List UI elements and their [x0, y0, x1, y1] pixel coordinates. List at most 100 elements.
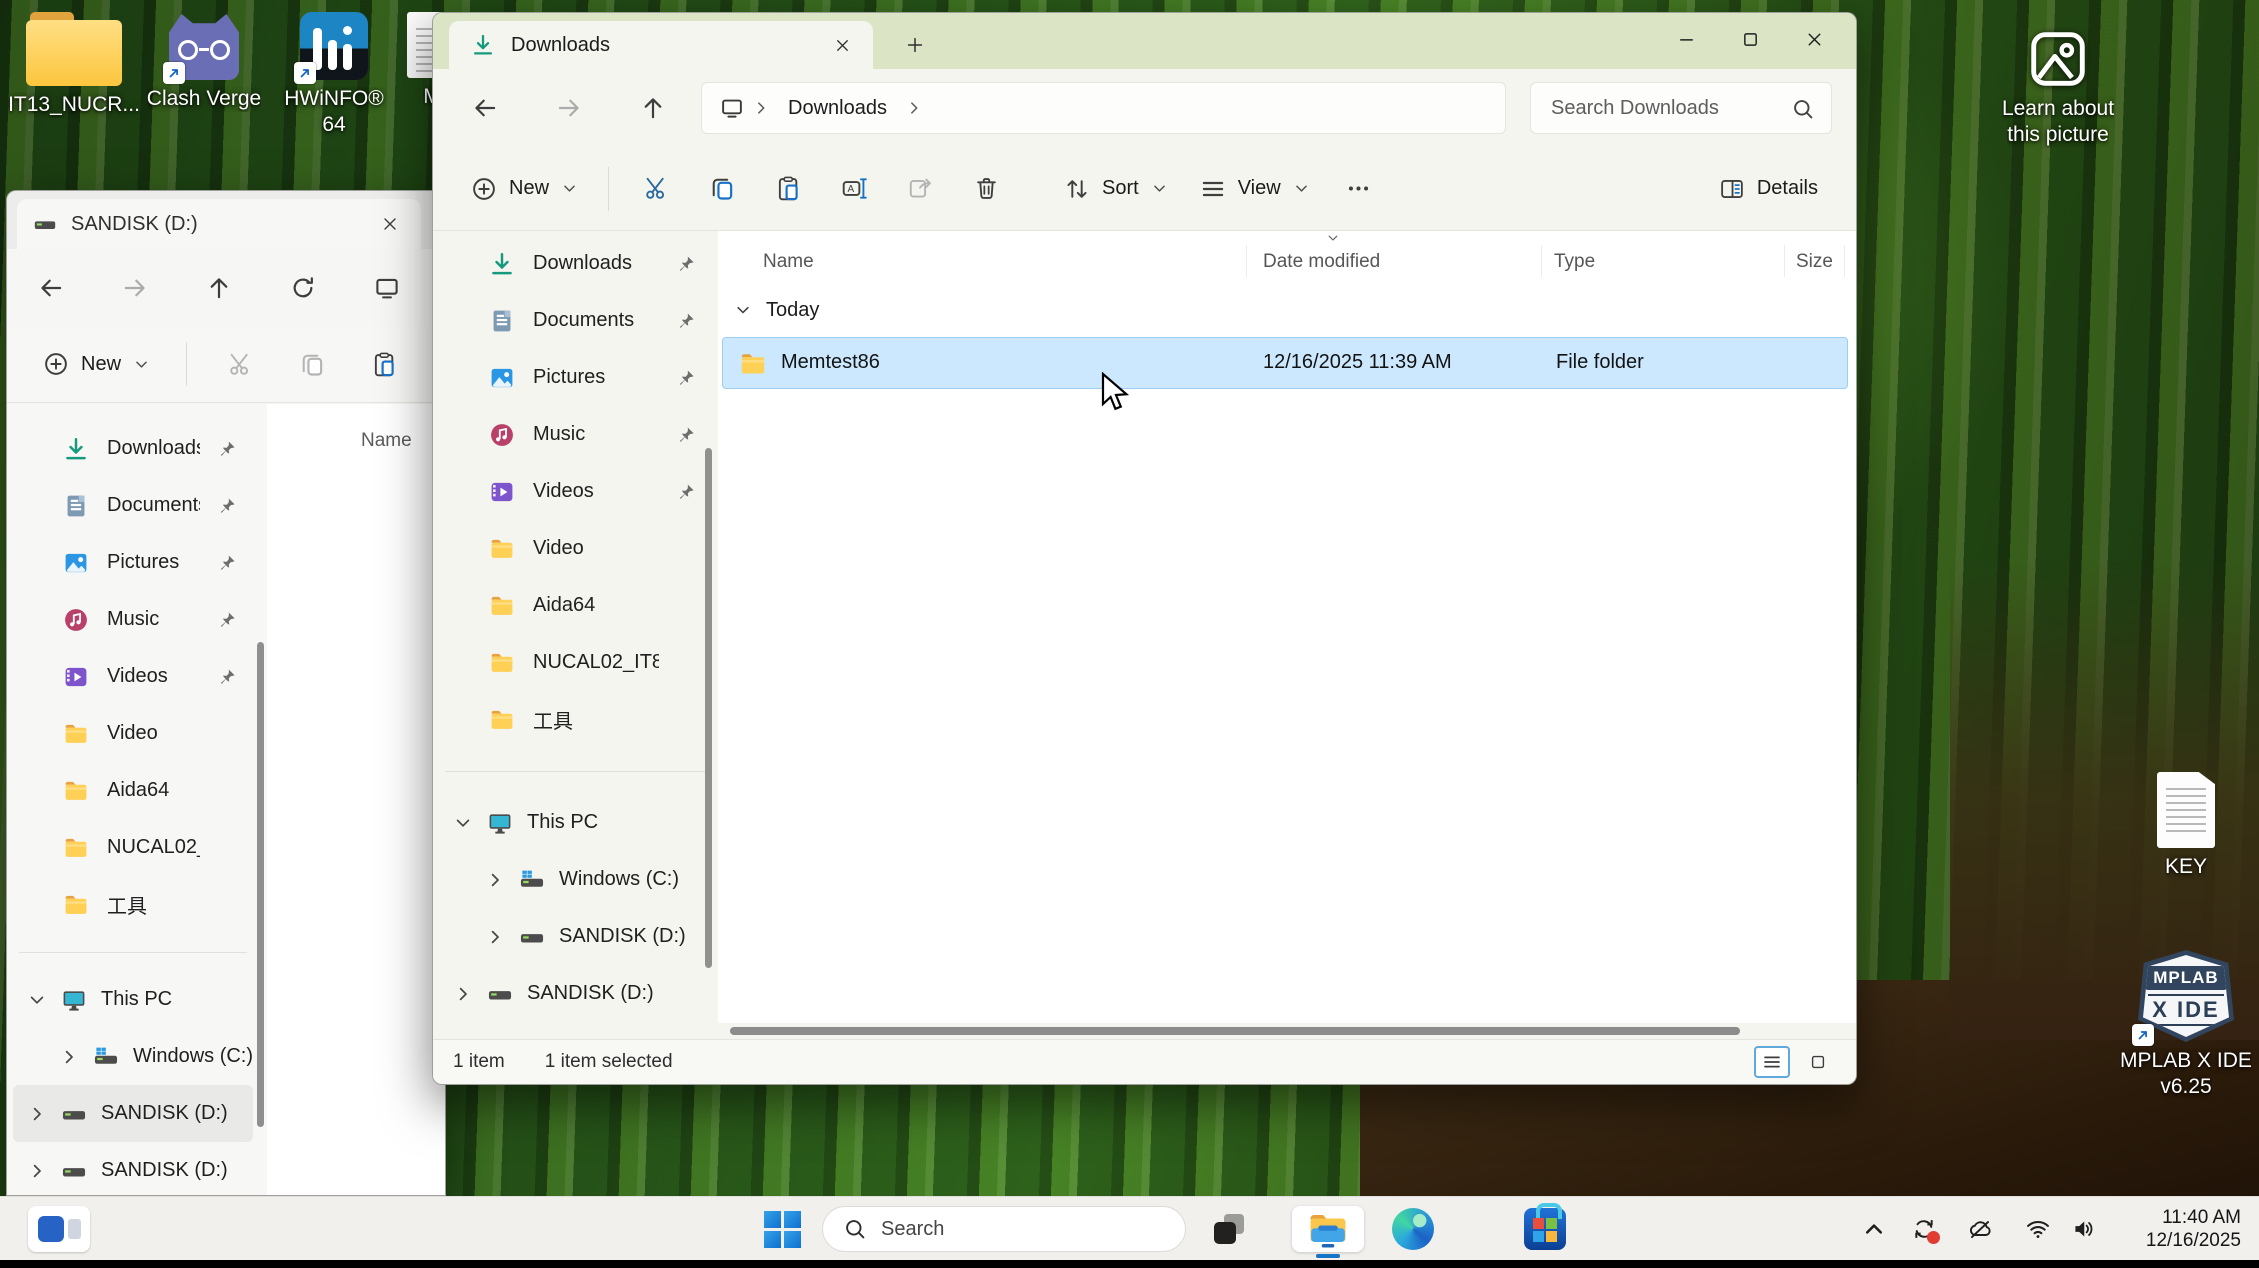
details-view-toggle[interactable] [1754, 1046, 1790, 1078]
sort-button[interactable]: Sort [1050, 161, 1182, 217]
details-pane-button[interactable]: Details [1705, 161, 1832, 217]
file-row-memtest86[interactable]: Memtest86 12/16/2025 11:39 AM File folde… [722, 337, 1848, 389]
tray-update-button[interactable] [1902, 1206, 1946, 1252]
taskbar-pinned-app-button[interactable] [28, 1206, 90, 1252]
share-button[interactable] [889, 161, 951, 217]
tree-item-sandisk-d[interactable]: SANDISK (D:) [433, 965, 718, 1022]
sidebar-item-pictures[interactable]: Pictures [433, 349, 718, 406]
sidebar-item-video[interactable]: Video [433, 520, 718, 577]
sidebar-item-videos[interactable]: Videos [7, 648, 259, 705]
view-button[interactable]: View [1186, 161, 1324, 217]
new-tab-button[interactable] [895, 27, 935, 63]
paste-button[interactable] [353, 336, 415, 392]
sidebar-item-tools[interactable]: 工具 [433, 691, 718, 748]
search-icon [843, 1217, 867, 1241]
desktop-icon-key[interactable]: KEY [2120, 772, 2252, 880]
sidebar-item-music[interactable]: Music [7, 591, 259, 648]
sidebar-item-nucal02-it885[interactable]: NUCAL02_IT885 [433, 634, 718, 691]
scrollbar-thumb[interactable] [730, 1027, 1740, 1035]
sidebar-item-music[interactable]: Music [433, 406, 718, 463]
taskbar-clock[interactable]: 11:40 AM 12/16/2025 [2146, 1206, 2241, 1252]
desktop-icon-hwinfo64[interactable]: HWiNFO® 64 [268, 12, 400, 138]
paste-button[interactable] [757, 161, 819, 217]
close-button[interactable] [1782, 13, 1846, 65]
column-header-name[interactable]: Name [763, 251, 814, 273]
task-view-button[interactable] [1203, 1206, 1255, 1252]
see-more-button[interactable] [1328, 161, 1390, 217]
column-header-date-modified[interactable]: Date modified [1263, 251, 1380, 273]
cut-button[interactable] [209, 336, 271, 392]
sidebar-item-downloads[interactable]: Downloads [7, 420, 259, 477]
taskbar-edge-button[interactable] [1382, 1206, 1444, 1252]
tree-item-sandisk-d[interactable]: SANDISK (D:) [433, 908, 718, 965]
rename-button[interactable] [823, 161, 885, 217]
tab-close-button[interactable] [375, 209, 405, 239]
tree-item-windows-c[interactable]: Windows (C:) [7, 1028, 259, 1085]
taskbar-search[interactable] [822, 1206, 1186, 1252]
taskbar-file-explorer-button[interactable] [1292, 1206, 1364, 1252]
breadcrumb-downloads[interactable]: Downloads [778, 93, 897, 124]
navigation-bar: Downloads [433, 69, 1856, 147]
desktop-icon-clash-verge[interactable]: Clash Verge [138, 14, 270, 112]
desktop-icon-mplab-x-ide[interactable]: MPLAB X IDE MPLAB X IDE v6.25 [2116, 950, 2256, 1100]
tree-item-sandisk-d[interactable]: SANDISK (D:) [7, 1142, 259, 1195]
sidebar-item-aida64[interactable]: Aida64 [433, 577, 718, 634]
desktop-icon-learn-about-picture[interactable]: Learn about this picture [1988, 28, 2128, 148]
tray-network-button[interactable] [2016, 1206, 2060, 1252]
sidebar-item-videos[interactable]: Videos [433, 463, 718, 520]
taskbar-store-button[interactable] [1514, 1206, 1576, 1252]
search-box[interactable] [1530, 82, 1832, 134]
minimize-button[interactable] [1654, 13, 1718, 65]
sidebar-item-downloads[interactable]: Downloads [433, 235, 718, 292]
tree-item-this-pc[interactable]: This PC [7, 971, 259, 1028]
horizontal-scrollbar[interactable] [718, 1023, 1846, 1039]
folder-icon [489, 593, 515, 619]
large-icons-view-toggle[interactable] [1800, 1046, 1836, 1078]
start-button[interactable] [756, 1206, 808, 1252]
column-header-name[interactable]: Name [361, 430, 412, 452]
tray-overflow-button[interactable] [1852, 1206, 1896, 1252]
tree-item-this-pc[interactable]: This PC [433, 794, 718, 851]
tray-onedrive-button[interactable] [1958, 1206, 2002, 1252]
search-input[interactable] [1531, 83, 1831, 133]
tree-item-windows-c[interactable]: Windows (C:) [433, 851, 718, 908]
cut-button[interactable] [625, 161, 687, 217]
delete-button[interactable] [955, 161, 1017, 217]
tab-sandisk[interactable]: SANDISK (D:) [17, 199, 421, 249]
address-location-icon[interactable] [359, 260, 415, 316]
refresh-button[interactable] [275, 260, 331, 316]
taskbar-search-input[interactable] [881, 1218, 1131, 1241]
sidebar-item-video[interactable]: Video [7, 705, 259, 762]
forward-button[interactable] [541, 80, 597, 136]
new-button[interactable]: New [457, 161, 592, 217]
desktop-icon-it13-nucr[interactable]: IT13_NUCR... [8, 12, 140, 118]
column-header-size[interactable]: Size [1796, 251, 1833, 273]
back-button[interactable] [23, 260, 79, 316]
sidebar-item-pictures[interactable]: Pictures [7, 534, 259, 591]
copy-button[interactable] [281, 336, 343, 392]
maximize-button[interactable] [1718, 13, 1782, 65]
address-bar[interactable]: Downloads [701, 82, 1506, 134]
forward-button[interactable] [107, 260, 163, 316]
desktop-icon-label: IT13_NUCR... [8, 92, 140, 118]
new-button[interactable]: New [29, 336, 164, 392]
tray-volume-button[interactable] [2062, 1206, 2106, 1252]
sidebar-item-tools[interactable]: 工具 [7, 876, 259, 933]
sidebar-item-aida64[interactable]: Aida64 [7, 762, 259, 819]
tab-downloads[interactable]: Downloads [449, 21, 873, 69]
up-button[interactable] [625, 80, 681, 136]
tab-close-button[interactable] [825, 28, 859, 62]
desktop-icon-label: this picture [2007, 122, 2109, 148]
file-name: Memtest86 [781, 351, 880, 374]
sidebar-item-nucal02-it885[interactable]: NUCAL02_IT885 [7, 819, 259, 876]
back-button[interactable] [457, 80, 513, 136]
sidebar-item-documents[interactable]: Documents [7, 477, 259, 534]
sidebar-item-documents[interactable]: Documents [433, 292, 718, 349]
sidebar-scrollbar[interactable] [705, 448, 712, 968]
column-header-type[interactable]: Type [1554, 251, 1595, 273]
group-header-today[interactable]: Today [718, 289, 1856, 331]
up-button[interactable] [191, 260, 247, 316]
tree-item-sandisk-d-selected[interactable]: SANDISK (D:) [13, 1085, 253, 1142]
copy-button[interactable] [691, 161, 753, 217]
sidebar-scrollbar[interactable] [257, 642, 264, 1127]
